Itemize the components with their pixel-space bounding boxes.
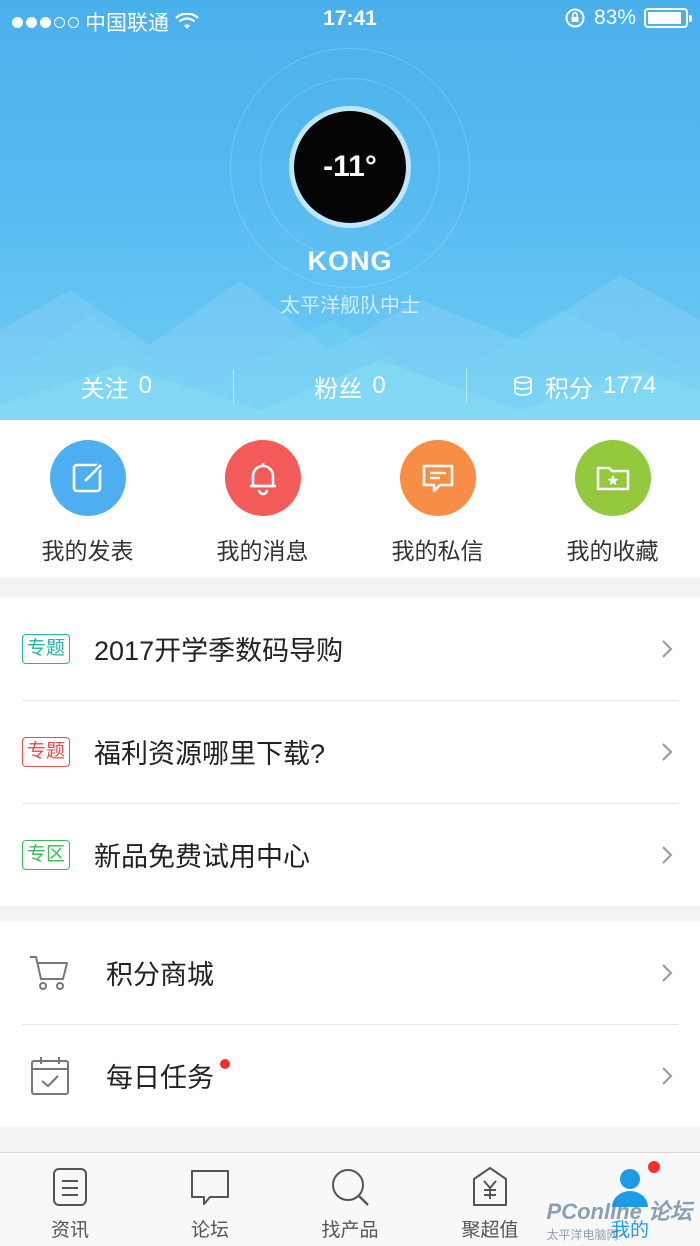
list-item-topic[interactable]: 专区 新品免费试用中心: [0, 803, 700, 906]
notification-dot: [648, 1161, 660, 1173]
watermark-text: PConline: [546, 1199, 642, 1224]
stats-bar: 关注 0 粉丝 0 积分 1774: [0, 364, 700, 408]
status-bar: 中国联通 17:41 83%: [0, 0, 700, 40]
topic-title: 福利资源哪里下载?: [94, 739, 326, 769]
stat-value: 1774: [602, 372, 657, 399]
rotation-lock-icon: [565, 8, 585, 28]
chevron-right-icon: [662, 845, 673, 864]
coins-icon: [514, 376, 532, 396]
quick-action-label: 我的消息: [216, 538, 309, 564]
stat-following[interactable]: 关注 0: [0, 364, 233, 408]
edit-icon: [49, 440, 126, 516]
daily-tasks-row[interactable]: 每日任务: [0, 1024, 700, 1127]
tab-deals[interactable]: 聚超值: [420, 1153, 560, 1246]
folder-star-icon: [574, 440, 651, 516]
username: KONG: [307, 246, 393, 276]
my-messages-button[interactable]: 我的消息: [175, 420, 350, 577]
stat-label: 积分: [544, 375, 593, 403]
message-icon: [399, 440, 476, 516]
avatar-text: -11°: [323, 150, 377, 183]
chevron-right-icon: [662, 963, 673, 982]
stat-points[interactable]: 积分 1774: [467, 364, 700, 408]
quick-action-label: 我的收藏: [566, 538, 659, 564]
topic-tag: 专题: [22, 736, 71, 767]
tab-news[interactable]: 资讯: [0, 1153, 140, 1246]
tab-find-product[interactable]: 找产品: [280, 1153, 420, 1246]
bell-icon: [224, 440, 301, 516]
notification-dot: [220, 1059, 230, 1069]
stat-label: 粉丝: [314, 375, 363, 403]
tab-label: 聚超值: [461, 1220, 519, 1241]
my-favorites-button[interactable]: 我的收藏: [525, 420, 700, 577]
user-rank: 太平洋舰队中士: [280, 295, 420, 317]
service-title: 积分商城: [106, 960, 214, 990]
tab-label: 找产品: [321, 1220, 379, 1241]
watermark-suffix: 论坛: [647, 1199, 692, 1224]
chevron-right-icon: [662, 742, 673, 761]
tab-forum[interactable]: 论坛: [140, 1153, 280, 1246]
calendar-check-icon: [31, 1056, 69, 1095]
topic-tag: 专区: [22, 839, 71, 870]
avatar[interactable]: -11°: [289, 106, 411, 228]
list-item-topic[interactable]: 专题 2017开学季数码导购: [0, 597, 700, 700]
battery-icon: [644, 8, 692, 28]
list-item-topic[interactable]: 专题 福利资源哪里下载?: [0, 700, 700, 803]
service-title: 每日任务: [106, 1056, 656, 1095]
battery-percent: 83%: [593, 6, 636, 29]
stat-value: 0: [372, 372, 386, 399]
chevron-right-icon: [662, 1066, 673, 1085]
my-private-messages-button[interactable]: 我的私信: [350, 420, 525, 577]
topics-list: 专题 2017开学季数码导购 专题 福利资源哪里下载? 专区 新品免费试用中心: [0, 597, 700, 906]
watermark-sub: 太平洋电脑网: [546, 1228, 619, 1242]
service-title-text: 每日任务: [106, 1063, 214, 1093]
tab-label: 资讯: [50, 1220, 89, 1241]
profile-header: 中国联通 17:41 83% -11° KONG 太平洋舰队中士 关注 0 粉丝…: [0, 0, 700, 420]
quick-actions: 我的发表 我的消息 我的私信 我的收藏: [0, 420, 700, 577]
my-posts-button[interactable]: 我的发表: [0, 420, 175, 577]
chat-icon: [191, 1170, 229, 1205]
chevron-right-icon: [662, 639, 673, 658]
stat-fans[interactable]: 粉丝 0: [234, 364, 467, 408]
quick-action-label: 我的发表: [41, 538, 134, 564]
news-icon: [53, 1168, 87, 1206]
topic-title: 新品免费试用中心: [94, 842, 311, 872]
points-mall-row[interactable]: 积分商城: [0, 921, 700, 1024]
search-icon: [332, 1169, 369, 1206]
watermark: PConline 论坛太平洋电脑网: [547, 1194, 692, 1243]
tab-label: 论坛: [190, 1220, 229, 1241]
topic-title: 2017开学季数码导购: [94, 636, 344, 666]
topic-tag: 专题: [22, 633, 71, 664]
stat-label: 关注: [80, 375, 129, 403]
services-list: 积分商城 每日任务: [0, 921, 700, 1127]
stat-value: 0: [138, 372, 153, 399]
quick-action-label: 我的私信: [391, 538, 484, 564]
cart-icon: [30, 955, 68, 990]
yuan-tag-icon: [473, 1167, 507, 1206]
